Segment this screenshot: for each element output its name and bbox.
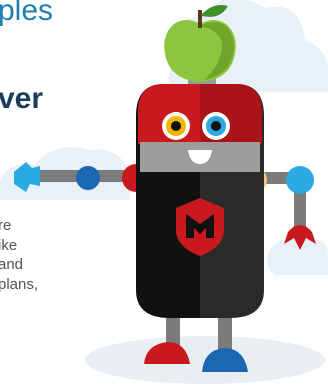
right-elbow [286, 166, 314, 194]
right-eye-icon [202, 112, 230, 140]
ground-shadow [85, 336, 325, 384]
paragraph-line: plans, [0, 275, 39, 293]
body-paragraph: re ike and plans, [0, 216, 38, 294]
left-elbow [76, 166, 100, 190]
illustration [0, 0, 328, 384]
left-eye-icon [162, 112, 190, 140]
paragraph-line: and [0, 256, 24, 273]
paragraph-line: re [0, 217, 12, 234]
heading-line-2: ver [0, 82, 44, 115]
heading-line-1: ples [0, 0, 54, 27]
paragraph-line: ike [0, 236, 18, 254]
